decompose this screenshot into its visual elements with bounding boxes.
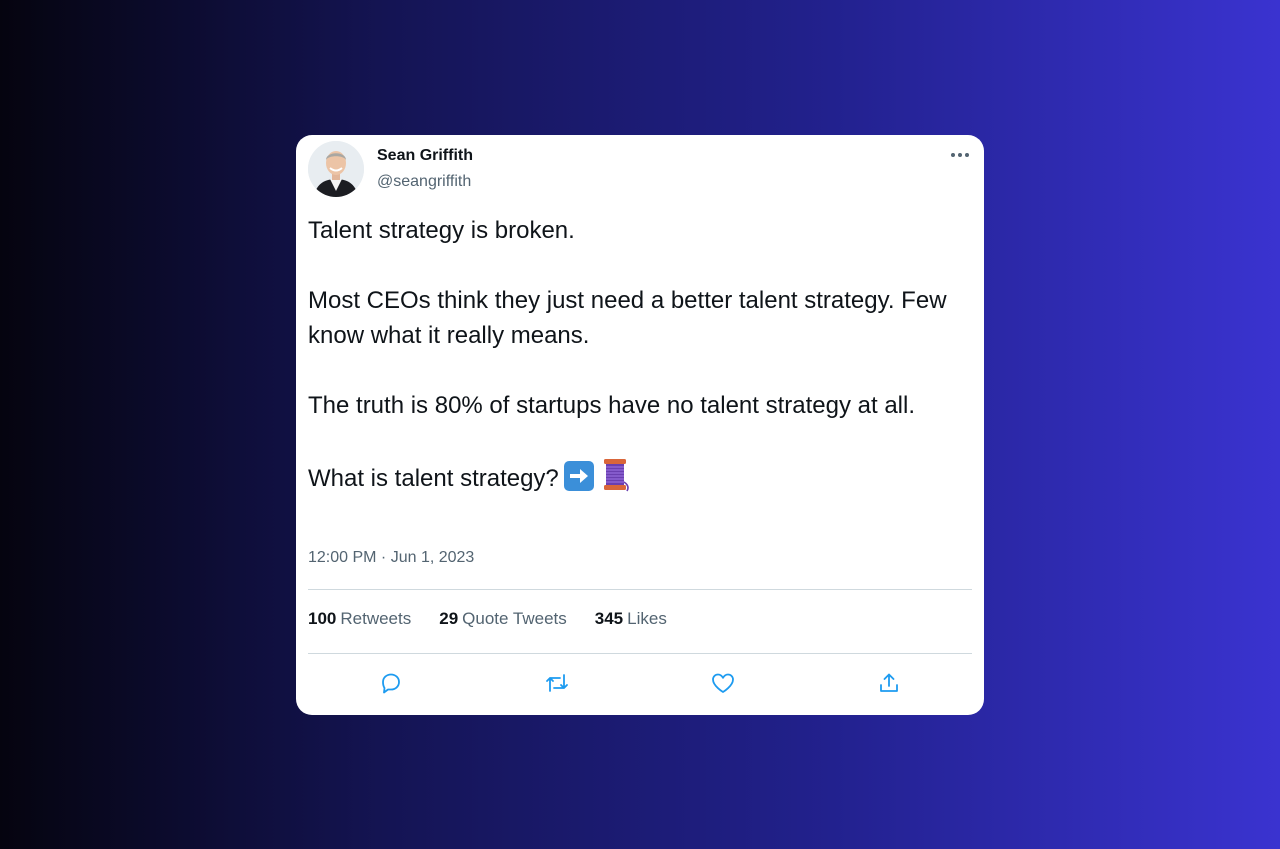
thread-icon [599, 458, 631, 502]
tweet-paragraph-text: What is talent strategy? [308, 465, 559, 492]
avatar[interactable] [308, 141, 364, 197]
likes-count: 345 [594, 609, 624, 628]
quote-tweets-stat[interactable]: 29 Quote Tweets [439, 609, 567, 629]
reply-icon[interactable] [374, 666, 408, 700]
quote-tweets-label: Quote Tweets [462, 609, 567, 628]
tweet-card: Sean Griffith @seangriffith Talent strat… [296, 135, 984, 715]
tweet-paragraph: Talent strategy is broken. [308, 217, 575, 244]
likes-stat[interactable]: 345 Likes [595, 609, 667, 629]
tweet-text: Talent strategy is broken. Most CEOs thi… [308, 213, 972, 502]
tweet-paragraph: Most CEOs think they just need a better … [308, 287, 947, 349]
author-name[interactable]: Sean Griffith [377, 147, 473, 165]
likes-label: Likes [627, 609, 667, 628]
retweets-stat[interactable]: 100 Retweets [308, 609, 411, 629]
more-options-icon[interactable] [948, 143, 972, 167]
like-icon[interactable] [706, 666, 740, 700]
tweet-actions [308, 667, 972, 699]
retweets-label: Retweets [340, 609, 412, 628]
quote-tweets-count: 29 [439, 609, 459, 628]
tweet-timestamp[interactable]: 12:00 PM · Jun 1, 2023 [308, 549, 474, 567]
share-icon[interactable] [872, 666, 906, 700]
divider [308, 653, 972, 654]
retweet-icon[interactable] [540, 666, 574, 700]
tweet-stats: 100 Retweets 29 Quote Tweets 345 Likes [308, 609, 667, 629]
right-arrow-icon [563, 460, 595, 502]
retweets-count: 100 [308, 609, 337, 628]
tweet-paragraph: The truth is 80% of startups have no tal… [308, 392, 915, 419]
author-handle[interactable]: @seangriffith [377, 173, 471, 191]
tweet-paragraph-last: What is talent strategy? [308, 458, 972, 502]
divider [308, 589, 972, 590]
